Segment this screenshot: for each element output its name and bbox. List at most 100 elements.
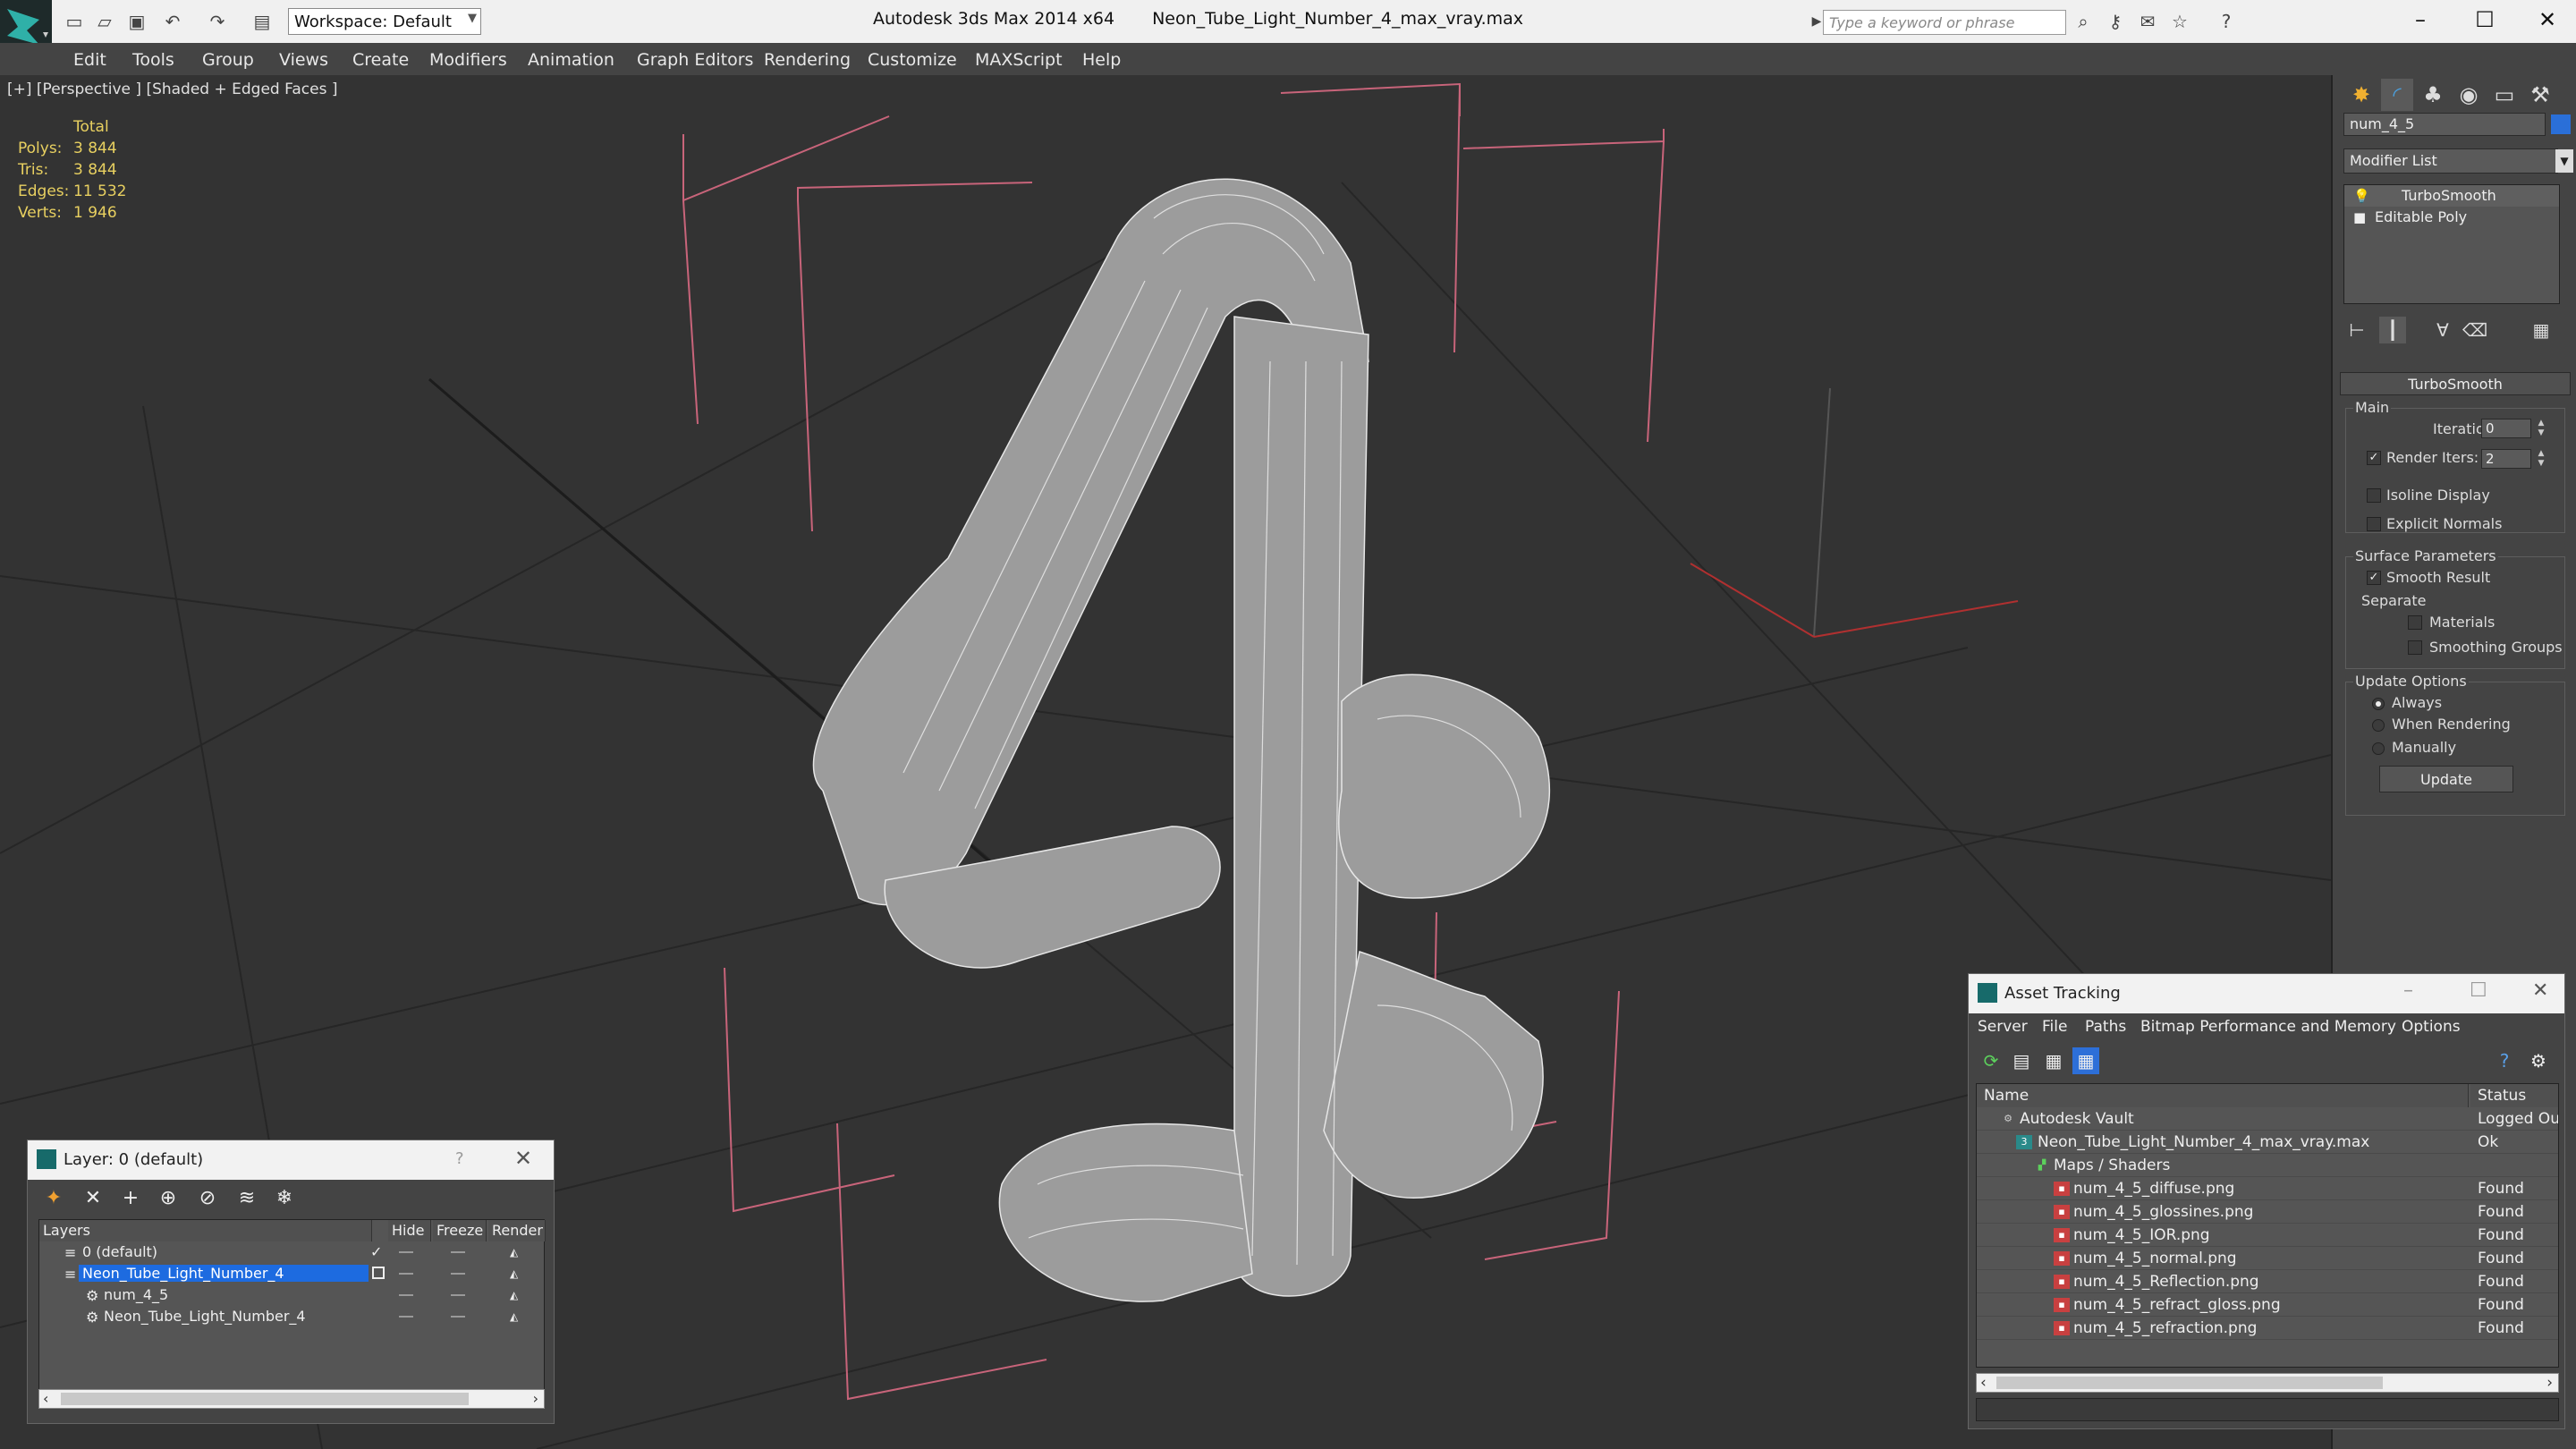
spinner-arrows-icon[interactable]: ▲ ▼ xyxy=(2535,419,2547,438)
list-view-icon[interactable]: ▤ xyxy=(2008,1047,2035,1074)
asset-menu-paths[interactable]: Paths xyxy=(2085,1018,2126,1036)
help-icon[interactable]: ? xyxy=(455,1149,464,1168)
lightbulb-icon[interactable]: 💡 xyxy=(2353,188,2370,204)
hide-all-layers-icon[interactable]: ≋ xyxy=(233,1185,260,1212)
undo-icon[interactable]: ↶ xyxy=(161,11,184,32)
open-file-icon[interactable]: ▱ xyxy=(93,11,116,32)
asset-row[interactable]: ▪ num_4_5_refraction.png Found xyxy=(1977,1317,2558,1340)
refresh-icon[interactable]: ⟳ xyxy=(1978,1047,2004,1074)
create-tab-icon[interactable]: ✸ xyxy=(2345,79,2377,111)
always-radio[interactable] xyxy=(2372,698,2385,710)
scrollbar-thumb[interactable] xyxy=(61,1393,469,1405)
update-button[interactable]: Update xyxy=(2379,766,2513,792)
hide-toggle[interactable] xyxy=(399,1273,413,1275)
hide-toggle[interactable] xyxy=(399,1294,413,1296)
chevron-right-icon[interactable]: › xyxy=(533,1390,538,1407)
workspace-dropdown[interactable]: Workspace: Default ▼ xyxy=(288,8,481,35)
make-unique-icon[interactable]: ∀ xyxy=(2429,317,2456,343)
modify-tab-icon[interactable]: ◜ xyxy=(2381,79,2413,111)
asset-row[interactable]: ▪ num_4_5_glossines.png Found xyxy=(1977,1200,2558,1224)
menu-modifiers[interactable]: Modifiers xyxy=(429,50,507,70)
redo-icon[interactable]: ↷ xyxy=(206,11,229,32)
minimize-icon[interactable]: – xyxy=(2403,979,2413,1002)
chevron-right-icon[interactable]: › xyxy=(2546,1374,2553,1392)
project-folder-icon[interactable]: ▤ xyxy=(250,11,274,32)
new-layer-icon[interactable]: ✦ xyxy=(40,1185,67,1212)
render-teapot-icon[interactable]: ◭ xyxy=(510,1310,526,1323)
communication-icon[interactable]: ✉ xyxy=(2136,11,2159,32)
asset-tracking-titlebar[interactable]: Asset Tracking – ☐ ✕ xyxy=(1969,974,2564,1013)
menu-create[interactable]: Create xyxy=(352,50,409,70)
freeze-toggle[interactable] xyxy=(451,1294,465,1296)
menu-customize[interactable]: Customize xyxy=(868,50,957,70)
active-layer-icon[interactable] xyxy=(372,1267,385,1279)
render-iters-checkbox[interactable]: ✓ xyxy=(2367,451,2381,465)
freeze-all-layers-icon[interactable]: ❄ xyxy=(271,1185,298,1212)
when-rendering-radio[interactable] xyxy=(2372,719,2385,732)
hide-toggle[interactable] xyxy=(399,1316,413,1318)
layer-horizontal-scrollbar[interactable]: ‹ › xyxy=(38,1389,545,1409)
maximize-icon[interactable]: ☐ xyxy=(2470,979,2487,1002)
asset-horizontal-scrollbar[interactable]: ‹ › xyxy=(1976,1373,2559,1393)
maximize-icon[interactable]: ☐ xyxy=(2458,4,2512,36)
scrollbar-thumb[interactable] xyxy=(1996,1377,2383,1389)
thumbnail-view-icon[interactable]: ▦ xyxy=(2040,1047,2067,1074)
column-header-freeze[interactable]: Freeze xyxy=(433,1220,487,1241)
star-icon[interactable]: ☆ xyxy=(2168,11,2191,32)
configure-sets-icon[interactable]: ▦ xyxy=(2528,317,2555,343)
help-icon[interactable]: ? xyxy=(2491,1047,2518,1074)
menu-tools[interactable]: Tools xyxy=(132,50,174,70)
hide-toggle[interactable] xyxy=(399,1251,413,1253)
settings-icon[interactable]: ⚙ xyxy=(2525,1047,2552,1074)
smoothing-groups-checkbox[interactable] xyxy=(2408,640,2422,655)
object-color-swatch[interactable] xyxy=(2551,114,2571,134)
asset-row[interactable]: ▪ num_4_5_normal.png Found xyxy=(1977,1247,2558,1270)
freeze-toggle[interactable] xyxy=(451,1251,465,1253)
column-header-hide[interactable]: Hide xyxy=(388,1220,431,1241)
render-iters-spinner[interactable]: 2 xyxy=(2481,449,2531,469)
asset-menu-server[interactable]: Server xyxy=(1978,1018,2028,1036)
help-icon[interactable]: ? xyxy=(2215,11,2238,32)
new-file-icon[interactable]: ▭ xyxy=(63,11,86,32)
isoline-display-checkbox[interactable] xyxy=(2367,488,2381,503)
menu-edit[interactable]: Edit xyxy=(73,50,106,70)
close-icon[interactable]: ✕ xyxy=(2521,4,2574,36)
hierarchy-tab-icon[interactable]: ♣ xyxy=(2417,79,2449,111)
turbosmooth-rollout-header[interactable]: TurboSmooth xyxy=(2340,372,2571,395)
asset-row[interactable]: ⚙ Autodesk Vault Logged Out xyxy=(1977,1107,2558,1131)
layer-dialog-titlebar[interactable]: Layer: 0 (default) ? ✕ xyxy=(28,1140,554,1180)
asset-row[interactable]: ▞ Maps / Shaders xyxy=(1977,1154,2558,1177)
add-to-layer-icon[interactable]: + xyxy=(117,1185,144,1212)
chevron-left-icon[interactable]: ‹ xyxy=(43,1390,48,1407)
display-tab-icon[interactable]: ▭ xyxy=(2488,79,2521,111)
show-end-result-icon[interactable]: ┃ xyxy=(2379,317,2406,343)
menu-graph-editors[interactable]: Graph Editors xyxy=(637,50,753,70)
layer-row[interactable]: ≡ Neon_Tube_Light_Number_4 ◭ xyxy=(39,1263,546,1284)
column-header-status[interactable]: Status xyxy=(2470,1084,2558,1107)
asset-row[interactable]: ▪ num_4_5_IOR.png Found xyxy=(1977,1224,2558,1247)
save-file-icon[interactable]: ▣ xyxy=(125,11,148,32)
asset-menu-options[interactable]: Options xyxy=(2402,1018,2461,1036)
stack-item-editable-poly[interactable]: ■ Editable Poly xyxy=(2344,207,2559,228)
asset-row[interactable]: 3 Neon_Tube_Light_Number_4_max_vray.max … xyxy=(1977,1131,2558,1154)
column-header-layers[interactable]: Layers xyxy=(39,1220,372,1241)
menu-help[interactable]: Help xyxy=(1082,50,1121,70)
column-header-name[interactable]: Name xyxy=(1977,1084,2469,1107)
stack-item-turbosmooth[interactable]: 💡 TurboSmooth xyxy=(2344,185,2559,207)
menu-maxscript[interactable]: MAXScript xyxy=(975,50,1063,70)
render-teapot-icon[interactable]: ◭ xyxy=(510,1289,526,1301)
close-icon[interactable]: ✕ xyxy=(2532,979,2548,1002)
layer-row[interactable]: ⚙ num_4_5 ◭ xyxy=(39,1284,546,1306)
asset-row[interactable]: ▪ num_4_5_diffuse.png Found xyxy=(1977,1177,2558,1200)
manually-radio[interactable] xyxy=(2372,742,2385,755)
delete-layer-icon[interactable]: ✕ xyxy=(80,1185,106,1212)
column-header-render[interactable]: Render xyxy=(488,1220,546,1241)
binoculars-icon[interactable]: ⌕ xyxy=(2072,11,2095,32)
render-teapot-icon[interactable]: ◭ xyxy=(510,1246,526,1258)
search-input[interactable]: Type a keyword or phrase xyxy=(1823,10,2066,35)
utilities-tab-icon[interactable]: ⚒ xyxy=(2524,79,2556,111)
minimize-icon[interactable]: – xyxy=(2394,4,2447,36)
highlight-layer-icon[interactable]: ⊘ xyxy=(194,1185,221,1212)
menu-animation[interactable]: Animation xyxy=(528,50,614,70)
object-name-field[interactable]: num_4_5 xyxy=(2343,113,2546,136)
